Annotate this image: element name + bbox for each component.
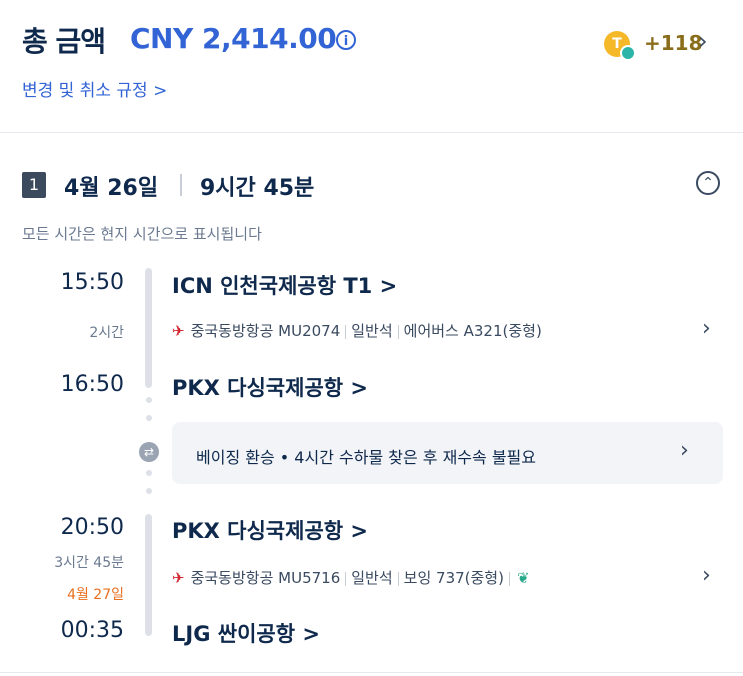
timeline-dot — [146, 470, 152, 476]
flight-info[interactable]: ✈ 중국동방항공 MU5716 일반석 보잉 737(중형) ❦ — [172, 567, 530, 588]
flight-duration: 3시간 45분 — [54, 555, 124, 571]
change-cancel-policy-link[interactable]: 변경 및 취소 규정 > — [22, 76, 167, 101]
info-icon[interactable]: i — [336, 30, 356, 50]
reward-points[interactable]: +118 — [644, 31, 703, 55]
arrival-time: 00:35 — [60, 618, 124, 643]
coin-badge-dot — [620, 45, 636, 61]
next-day-date: 4월 27일 — [67, 587, 124, 603]
airline-flight-number: 중국동방항공 MU5716 — [190, 569, 341, 587]
segment-number-badge: 1 — [22, 172, 46, 198]
total-price: CNY 2,414.00 — [130, 22, 337, 55]
departure-time: 15:50 — [60, 270, 124, 295]
chevron-right-icon[interactable]: › — [702, 563, 711, 588]
page-title: 총 금액 — [22, 25, 106, 58]
transfer-info-text: 베이징 환승 • 4시간 수하물 찾은 후 재수속 불필요 — [196, 448, 536, 467]
timeline-line — [145, 514, 152, 636]
cabin-class: 일반석 — [351, 569, 393, 587]
timeline-dot — [146, 488, 152, 494]
info-separator — [345, 324, 347, 339]
departure-airport[interactable]: PKX 다싱국제공항 > — [172, 515, 368, 545]
arrival-airport[interactable]: PKX 다싱국제공항 > — [172, 372, 368, 402]
aircraft-type: 에어버스 A321(중형) — [403, 322, 542, 340]
airline-flight-number: 중국동방항공 MU2074 — [190, 322, 341, 340]
chevron-right-icon[interactable]: › — [702, 316, 711, 341]
transfer-icon: ⇄ — [139, 442, 159, 462]
flight-info[interactable]: ✈ 중국동방항공 MU2074 일반석 에어버스 A321(중형) — [172, 320, 542, 341]
airline-logo-icon: ✈ — [172, 569, 185, 587]
segment-header-separator — [180, 174, 182, 196]
collapse-icon[interactable]: ⌃ — [696, 171, 720, 195]
info-separator — [397, 571, 399, 586]
departure-time: 20:50 — [60, 515, 124, 540]
flight-duration: 2시간 — [89, 325, 124, 341]
arrival-time: 16:50 — [60, 372, 124, 397]
airline-logo-icon: ✈ — [172, 322, 185, 340]
info-separator — [345, 571, 347, 586]
section-divider — [0, 132, 743, 133]
chevron-right-icon[interactable]: › — [698, 27, 708, 55]
eco-leaf-icon: ❦ — [516, 569, 530, 587]
info-separator — [397, 324, 399, 339]
section-divider — [0, 672, 743, 673]
arrival-airport[interactable]: LJG 싼이공항 > — [172, 618, 320, 648]
departure-airport[interactable]: ICN 인천국제공항 T1 > — [172, 270, 397, 300]
cabin-class: 일반석 — [351, 322, 393, 340]
local-time-note: 모든 시간은 현지 시간으로 표시됩니다 — [22, 225, 262, 243]
segment-date: 4월 26일 — [64, 176, 159, 201]
timeline-line — [145, 268, 152, 388]
timeline-dot — [146, 397, 152, 403]
chevron-right-icon[interactable]: › — [680, 438, 689, 463]
segment-duration: 9시간 45분 — [200, 176, 315, 201]
aircraft-type: 보잉 737(중형) — [403, 569, 504, 587]
timeline-dot — [146, 415, 152, 421]
info-separator — [508, 571, 510, 586]
